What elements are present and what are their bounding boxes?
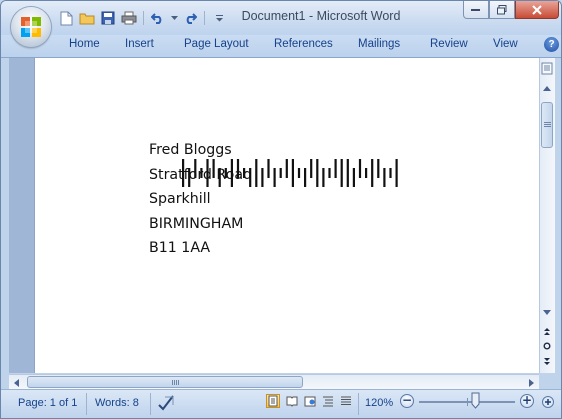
document-page[interactable]: [34, 58, 540, 373]
tab-review[interactable]: Review: [430, 38, 468, 50]
vertical-scroll-thumb[interactable]: [541, 102, 553, 148]
outline-view-icon[interactable]: [321, 394, 335, 408]
proofing-status-icon[interactable]: [157, 393, 177, 414]
close-icon: [532, 4, 542, 15]
close-button[interactable]: [515, 1, 559, 19]
zoom-slider-thumb[interactable]: [471, 392, 480, 409]
draft-view-icon[interactable]: [339, 394, 353, 408]
web-layout-view-icon[interactable]: [303, 394, 317, 408]
address-line-city: BIRMINGHAM: [149, 215, 244, 232]
undo-dropdown-icon[interactable]: [170, 9, 178, 27]
title-bar: Document1 - Microsoft Word: [1, 1, 561, 47]
tab-references[interactable]: References: [274, 38, 333, 50]
tab-page-layout[interactable]: Page Layout: [184, 38, 249, 50]
minimize-icon: [471, 8, 480, 11]
office-button[interactable]: [11, 7, 51, 47]
window-title: Document1 - Microsoft Word: [241, 9, 401, 23]
restore-button[interactable]: [489, 1, 515, 19]
tab-home[interactable]: Home: [69, 38, 100, 50]
status-separator: [86, 393, 87, 415]
tab-insert[interactable]: Insert: [125, 38, 154, 50]
view-ruler-icon[interactable]: [540, 60, 554, 76]
status-separator: [358, 393, 359, 415]
address-line-name: Fred Bloggs: [149, 142, 232, 158]
scroll-down-arrow-icon[interactable]: [540, 305, 554, 319]
open-folder-icon[interactable]: [78, 9, 96, 27]
toolbar-separator: [143, 11, 144, 25]
zoom-center-tick: [467, 398, 468, 406]
status-separator: [150, 393, 151, 415]
window-controls: [463, 1, 559, 19]
scroll-grip: [172, 380, 180, 385]
word-window: Document1 - Microsoft Word Home Insert P…: [0, 0, 562, 419]
horizontal-scrollbar[interactable]: [9, 374, 539, 389]
tab-view[interactable]: View: [493, 38, 518, 50]
word-count-indicator[interactable]: Words: 8: [95, 397, 139, 409]
previous-page-icon[interactable]: [540, 324, 554, 338]
full-screen-reading-view-icon[interactable]: [285, 394, 299, 408]
undo-icon[interactable]: [149, 9, 167, 27]
zoom-in-button[interactable]: +: [520, 394, 534, 408]
resize-grip-icon[interactable]: [541, 395, 555, 412]
new-document-icon[interactable]: [57, 9, 75, 27]
office-logo-icon: [21, 17, 41, 37]
redo-icon[interactable]: [181, 9, 199, 27]
save-icon[interactable]: [99, 9, 117, 27]
horizontal-scroll-thumb[interactable]: [27, 376, 303, 388]
vertical-scrollbar[interactable]: [539, 58, 555, 373]
restore-icon: [497, 4, 507, 14]
zoom-level[interactable]: 120%: [365, 397, 393, 409]
print-icon[interactable]: [120, 9, 138, 27]
tab-mailings[interactable]: Mailings: [358, 38, 400, 50]
page-count-indicator[interactable]: Page: 1 of 1: [18, 397, 77, 409]
help-icon[interactable]: ?: [544, 37, 559, 52]
address-line-street: Stratford Road: [149, 166, 253, 183]
scroll-up-arrow-icon[interactable]: [540, 82, 554, 96]
browse-object-icon[interactable]: [540, 339, 554, 353]
minimize-button[interactable]: [463, 1, 489, 19]
ribbon-tabs: Home Insert Page Layout References Maili…: [1, 35, 561, 58]
address-line-locality: Sparkhill: [149, 191, 211, 207]
status-bar: Page: 1 of 1 Words: 8 120% − +: [1, 389, 561, 418]
next-page-icon[interactable]: [540, 355, 554, 369]
zoom-out-button[interactable]: −: [400, 394, 414, 408]
address-line-postcode: B11 1AA: [149, 240, 211, 256]
print-layout-view-icon[interactable]: [266, 394, 280, 408]
document-area: [9, 58, 540, 373]
address-block: Fred Bloggs Stratford Road Sparkhill BIR…: [149, 138, 252, 261]
